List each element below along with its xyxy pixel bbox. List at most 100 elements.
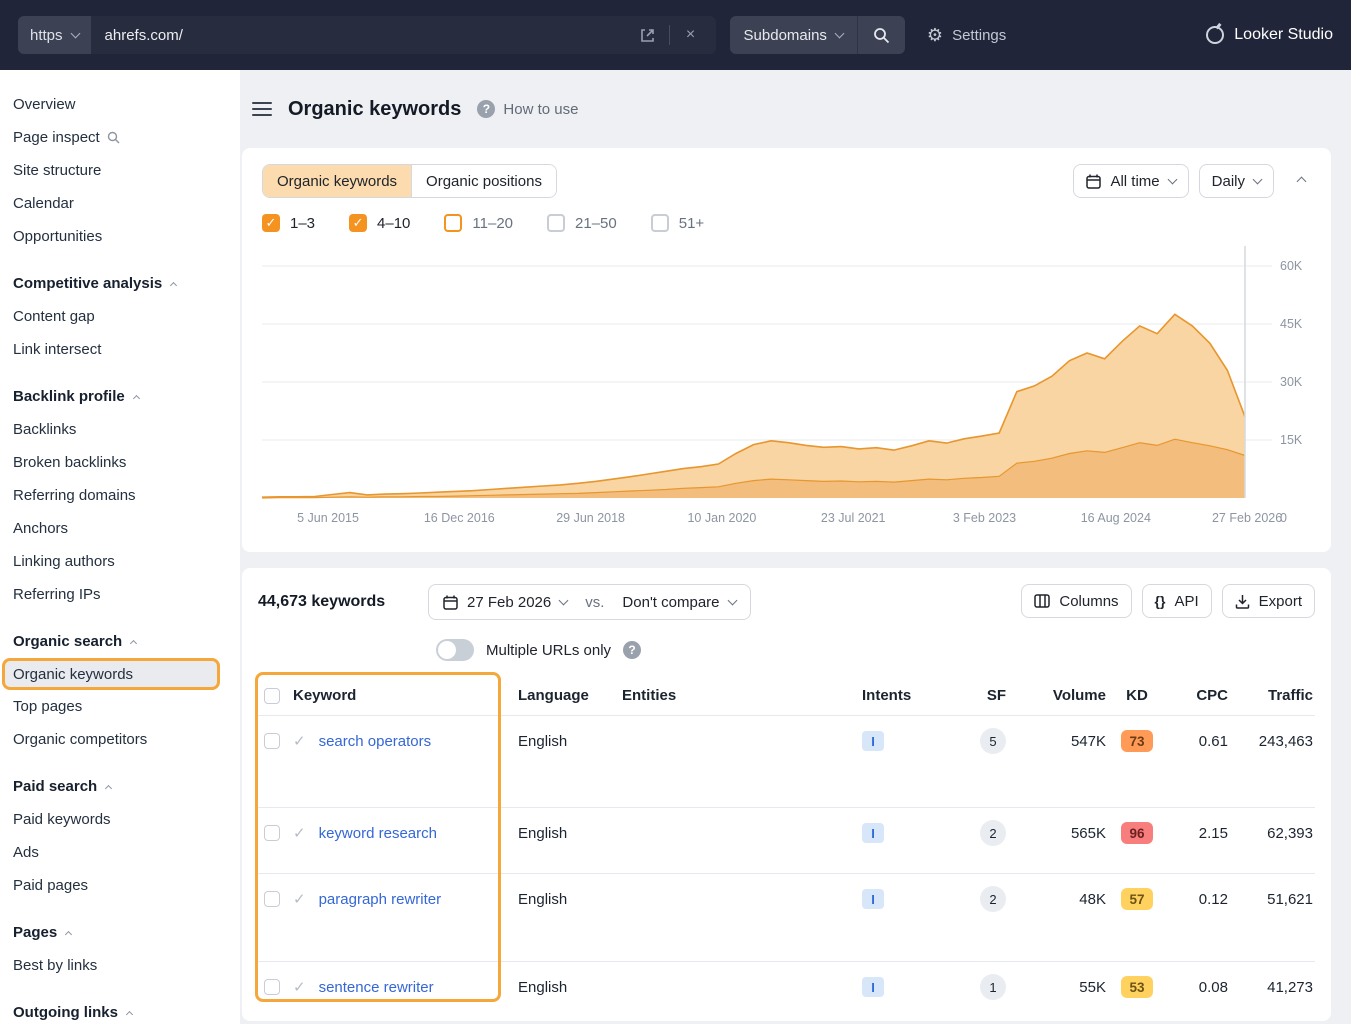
sidebar-item-broken-backlinks[interactable]: Broken backlinks xyxy=(0,446,240,479)
sidebar-section-header-pages[interactable]: Pages xyxy=(0,916,240,949)
sidebar-section-header-organic-search[interactable]: Organic search xyxy=(0,625,240,658)
sidebar-item-page-inspect[interactable]: Page inspect xyxy=(0,121,240,154)
column-header-intents[interactable]: Intents xyxy=(842,683,934,709)
sidebar-section-header-competitive-analysis[interactable]: Competitive analysis xyxy=(0,267,240,300)
intent-badge[interactable]: I xyxy=(862,977,884,997)
time-range-button[interactable]: All time xyxy=(1073,164,1188,198)
svg-text:16 Dec 2016: 16 Dec 2016 xyxy=(424,511,495,525)
checkbox-icon[interactable] xyxy=(547,214,565,232)
language-label: English xyxy=(518,891,567,908)
language-label: English xyxy=(518,733,567,750)
organic-keywords-chart[interactable]: 60K45K30K15K5 Jun 201516 Dec 201629 Jun … xyxy=(262,246,1311,543)
protocol-dropdown[interactable]: https xyxy=(18,16,91,54)
row-checkbox[interactable] xyxy=(264,733,280,749)
vs-label: vs. xyxy=(585,594,604,611)
sidebar-item-site-structure[interactable]: Site structure xyxy=(0,154,240,187)
row-checkbox[interactable] xyxy=(264,979,280,995)
sidebar-item-top-pages[interactable]: Top pages xyxy=(0,690,240,723)
braces-icon: {} xyxy=(1155,593,1166,609)
url-input[interactable]: ahrefs.com/ × xyxy=(91,16,716,54)
check-icon[interactable]: ✓ xyxy=(293,824,306,842)
granularity-button[interactable]: Daily xyxy=(1199,164,1274,198)
column-header-cpc[interactable]: CPC xyxy=(1166,683,1230,709)
sidebar-item-ads[interactable]: Ads xyxy=(0,836,240,869)
date-picker-button[interactable]: 27 Feb 2026 xyxy=(443,594,567,611)
sidebar-item-referring-ips[interactable]: Referring IPs xyxy=(0,578,240,611)
sidebar-item-referring-domains[interactable]: Referring domains xyxy=(0,479,240,512)
column-header-entities[interactable]: Entities xyxy=(602,683,842,709)
select-all-checkbox[interactable] xyxy=(264,688,280,704)
keyword-link[interactable]: search operators xyxy=(319,733,432,750)
page-title: Organic keywords xyxy=(288,98,461,121)
settings-button[interactable]: ⚙ Settings xyxy=(927,26,1006,44)
sidebar-item-opportunities[interactable]: Opportunities xyxy=(0,220,240,253)
column-header-sf[interactable]: SF xyxy=(934,683,1008,709)
api-button[interactable]: {} API xyxy=(1142,584,1212,618)
row-checkbox[interactable] xyxy=(264,825,280,841)
column-header-kd[interactable]: KD xyxy=(1108,683,1166,709)
chevron-up-icon xyxy=(130,639,137,646)
sidebar-item-content-gap[interactable]: Content gap xyxy=(0,300,240,333)
collapse-chart-button[interactable] xyxy=(1292,166,1311,196)
position-filter-4-10[interactable]: ✓4–10 xyxy=(349,214,410,232)
position-filters: ✓1–3 ✓4–10 11–20 21–50 51+ xyxy=(262,214,1311,232)
checkbox-icon[interactable] xyxy=(651,214,669,232)
keyword-link[interactable]: sentence rewriter xyxy=(319,979,434,996)
tab-organic-positions[interactable]: Organic positions xyxy=(411,165,556,197)
checkbox-icon[interactable]: ✓ xyxy=(349,214,367,232)
intent-badge[interactable]: I xyxy=(862,823,884,843)
column-header-language[interactable]: Language xyxy=(498,683,602,709)
clear-icon[interactable]: × xyxy=(678,22,704,48)
keyword-link[interactable]: keyword research xyxy=(319,825,437,842)
sidebar-item-organic-competitors[interactable]: Organic competitors xyxy=(0,723,240,756)
check-icon[interactable]: ✓ xyxy=(293,732,306,750)
svg-text:0: 0 xyxy=(1280,511,1287,525)
sidebar-item-calendar[interactable]: Calendar xyxy=(0,187,240,220)
sidebar-item-backlinks[interactable]: Backlinks xyxy=(0,413,240,446)
keyword-link[interactable]: paragraph rewriter xyxy=(319,891,442,908)
checkbox-icon[interactable] xyxy=(444,214,462,232)
sidebar-item-paid-pages[interactable]: Paid pages xyxy=(0,869,240,902)
check-icon[interactable]: ✓ xyxy=(293,978,306,996)
hamburger-menu-button[interactable] xyxy=(252,101,272,117)
open-external-icon[interactable] xyxy=(635,22,661,48)
columns-button[interactable]: Columns xyxy=(1021,584,1131,618)
sidebar-item-anchors[interactable]: Anchors xyxy=(0,512,240,545)
hamburger-icon xyxy=(252,101,272,117)
how-to-use-link[interactable]: ? How to use xyxy=(477,100,578,118)
column-header-traffic[interactable]: Traffic xyxy=(1230,683,1315,709)
tab-organic-keywords[interactable]: Organic keywords xyxy=(263,165,411,197)
sidebar-section-header-outgoing-links[interactable]: Outgoing links xyxy=(0,996,240,1024)
sidebar-item-link-intersect[interactable]: Link intersect xyxy=(0,333,240,366)
sidebar-item-organic-keywords[interactable]: Organic keywords xyxy=(2,658,220,690)
sidebar-section-header-paid-search[interactable]: Paid search xyxy=(0,770,240,803)
search-button[interactable] xyxy=(857,16,905,54)
intent-badge[interactable]: I xyxy=(862,889,884,909)
column-header-volume[interactable]: Volume xyxy=(1008,683,1108,709)
sidebar-item-paid-keywords[interactable]: Paid keywords xyxy=(0,803,240,836)
sidebar-item-linking-authors[interactable]: Linking authors xyxy=(0,545,240,578)
position-filter-51[interactable]: 51+ xyxy=(651,214,704,232)
position-filter-1-3[interactable]: ✓1–3 xyxy=(262,214,315,232)
intent-badge[interactable]: I xyxy=(862,731,884,751)
position-filter-11-20[interactable]: 11–20 xyxy=(444,214,513,232)
table-row: ✓keyword researchEnglishI2565K962.1562,3… xyxy=(258,808,1315,874)
row-checkbox[interactable] xyxy=(264,891,280,907)
svg-text:45K: 45K xyxy=(1280,317,1303,331)
cpc-value: 2.15 xyxy=(1199,825,1228,842)
volume-cell: 55K xyxy=(1008,974,1108,1000)
multiple-urls-toggle[interactable] xyxy=(436,639,474,661)
sidebar-section-header-backlink-profile[interactable]: Backlink profile xyxy=(0,380,240,413)
check-icon[interactable]: ✓ xyxy=(293,890,306,908)
checkbox-icon[interactable]: ✓ xyxy=(262,214,280,232)
compare-dropdown[interactable]: Don't compare xyxy=(622,594,735,611)
position-filter-21-50[interactable]: 21–50 xyxy=(547,214,617,232)
export-button[interactable]: Export xyxy=(1222,584,1315,618)
column-header-keyword[interactable]: Keyword xyxy=(258,683,498,709)
looker-studio-brand: Looker Studio xyxy=(1206,26,1333,44)
chevron-up-icon xyxy=(1297,177,1307,187)
sidebar-item-label: Linking authors xyxy=(13,553,115,570)
sidebar-item-best-by-links[interactable]: Best by links xyxy=(0,949,240,982)
sidebar-item-overview[interactable]: Overview xyxy=(0,88,240,121)
subdomains-dropdown[interactable]: Subdomains xyxy=(730,27,857,44)
